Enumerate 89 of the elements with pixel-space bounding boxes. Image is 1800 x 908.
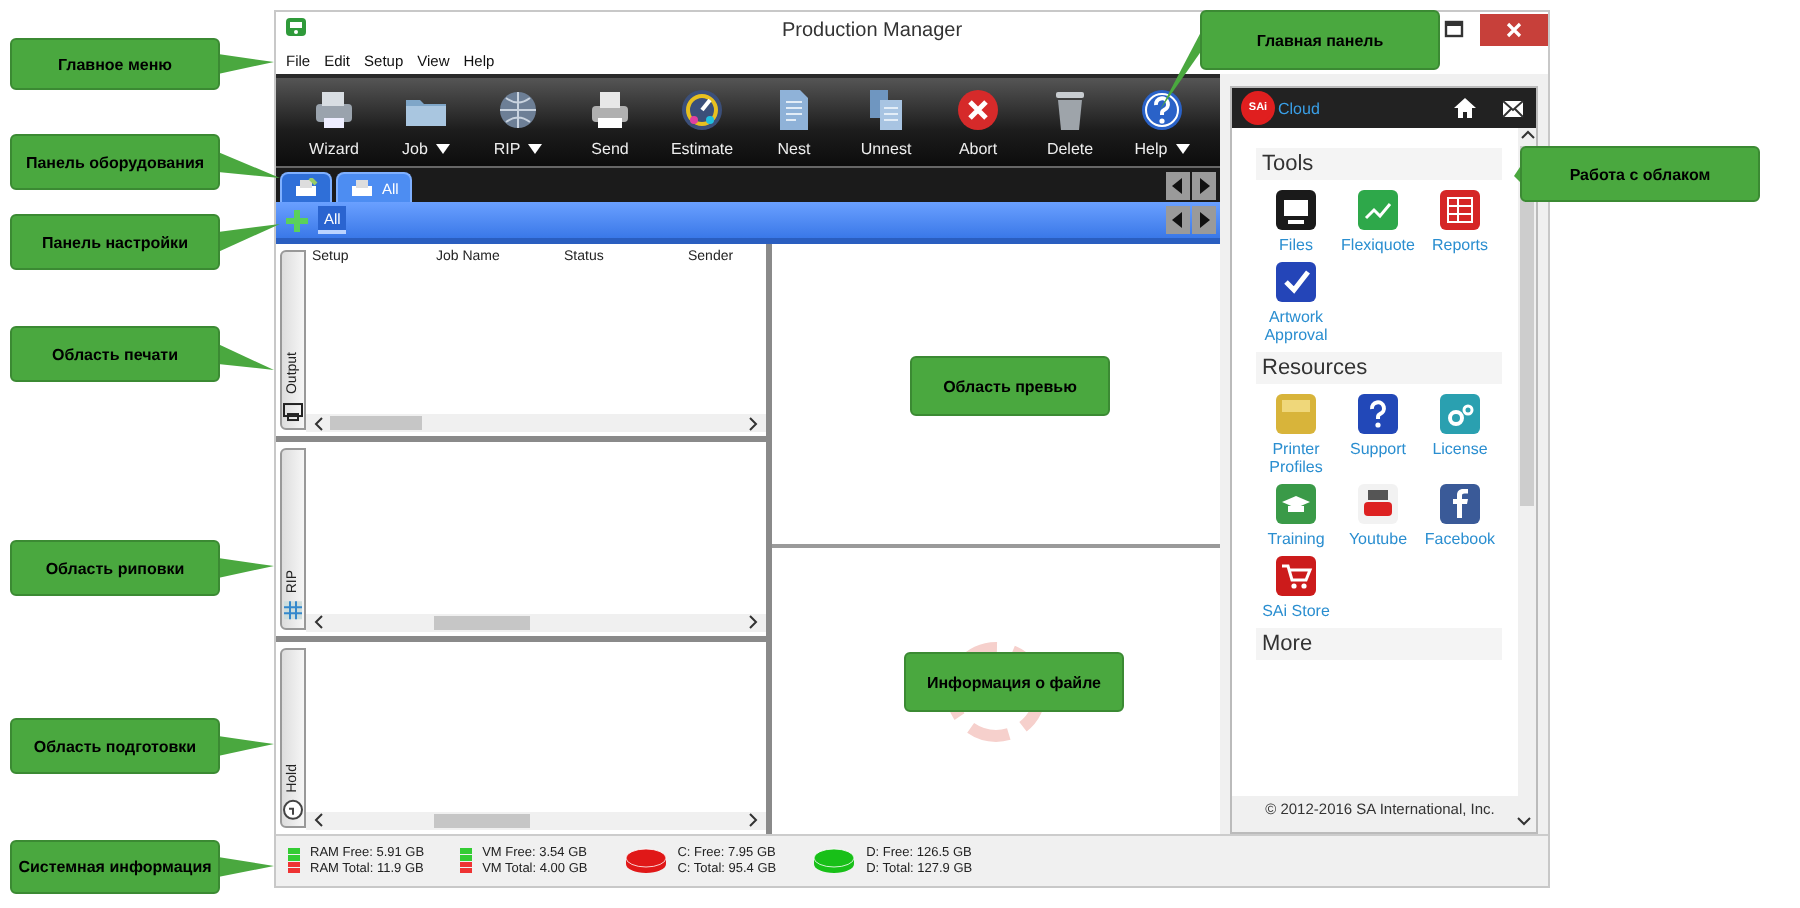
horizontal-scrollbar[interactable] (306, 613, 766, 632)
callout-pointer (218, 558, 274, 578)
toolbar-button[interactable]: Delete (1024, 86, 1116, 158)
social-icon (1440, 484, 1480, 524)
report-icon (1440, 190, 1480, 230)
help-icon (1358, 394, 1398, 434)
globe-icon (494, 86, 542, 134)
cloud-link[interactable]: Support (1338, 394, 1418, 476)
callout-pointer (218, 344, 274, 370)
callout-pointer (218, 736, 274, 756)
chevron-up-icon (1519, 128, 1535, 140)
cloud-link[interactable]: SAi Store (1256, 556, 1336, 620)
callout-pointer (1160, 30, 1202, 110)
cloud-link[interactable]: Training (1256, 484, 1336, 548)
help-icon (1138, 86, 1186, 134)
toolbar-button[interactable]: Send (564, 86, 656, 158)
chevron-right-icon (748, 415, 760, 432)
toolbar-button[interactable]: Estimate (656, 86, 748, 158)
printer-icon (586, 86, 634, 134)
chevron-right-icon (748, 614, 760, 631)
home-icon (1454, 98, 1476, 118)
chevron-down-icon (1516, 816, 1532, 828)
callout-label: Работа с облаком (1520, 146, 1760, 202)
toolbar-button[interactable]: Job (380, 86, 472, 158)
chevron-left-icon (312, 415, 324, 432)
printer-icon (310, 86, 358, 134)
toolbar-button[interactable]: Unnest (840, 86, 932, 158)
cloud-link[interactable]: Files (1256, 190, 1336, 254)
cloud-link[interactable]: Youtube (1338, 484, 1418, 548)
callout-label: Главное меню (10, 38, 220, 90)
monitor-icon (1276, 190, 1316, 230)
toolbar-button[interactable]: Help (1116, 86, 1208, 158)
chevron-left-icon (312, 812, 324, 829)
horizontal-scrollbar[interactable] (306, 414, 766, 433)
printer-icon (294, 177, 318, 199)
scroll-left-icon (1166, 206, 1190, 234)
scroll-right-icon (1192, 206, 1216, 234)
cart-icon (1276, 556, 1316, 596)
chevron-left-icon (312, 614, 324, 631)
caret-icon (435, 144, 450, 154)
cloud-link[interactable]: Printer Profiles (1256, 394, 1336, 476)
callout-label: Системная информация (10, 840, 220, 894)
graduation-cap-icon (1276, 484, 1316, 524)
toolbar-button[interactable]: Abort (932, 86, 1024, 158)
vertical-scrollbar[interactable] (1518, 128, 1536, 796)
callout-pointer (218, 857, 274, 877)
cloud-link[interactable]: License (1420, 394, 1500, 476)
cloud-link[interactable]: Reports (1420, 190, 1500, 254)
chevron-right-icon (748, 812, 760, 829)
printer-icon (282, 400, 304, 423)
chart-icon (1358, 190, 1398, 230)
printer-icon (350, 177, 374, 199)
callout-pointer (218, 152, 280, 178)
tile-icon (1276, 394, 1316, 434)
brand-label: Cloud (1278, 99, 1320, 117)
section-heading: More (1256, 628, 1502, 660)
horizontal-scrollbar[interactable] (306, 811, 766, 830)
meter-icon (460, 848, 473, 874)
toolbar-button[interactable]: Nest (748, 86, 840, 158)
callout-label: Область печати (10, 326, 220, 382)
gear-icon (1440, 394, 1480, 434)
close-button[interactable] (1480, 14, 1548, 46)
cloud-link[interactable]: Artwork Approval (1256, 262, 1336, 344)
close-icon (1504, 20, 1524, 40)
meter-icon (288, 848, 300, 874)
gauge-icon (678, 86, 726, 134)
clock-icon (282, 797, 304, 820)
callout-label: Панель оборудования (10, 134, 220, 190)
plus-icon (286, 209, 308, 231)
toolbar-button[interactable]: RIP (472, 86, 564, 158)
device-tab[interactable] (280, 172, 332, 202)
stop-icon (954, 86, 1002, 134)
callout-label: Область превью (910, 356, 1110, 416)
section-heading: Tools (1256, 148, 1502, 180)
toolbar-button[interactable]: Wizard (288, 86, 380, 158)
mail-icon (1502, 99, 1524, 117)
caret-icon (1175, 144, 1190, 154)
window-title: Production Manager (781, 19, 963, 41)
callout-pointer (218, 54, 274, 74)
grid-icon (282, 599, 304, 622)
section-heading: Resources (1256, 352, 1502, 384)
cloud-link[interactable]: Facebook (1420, 484, 1500, 548)
callout-label: Область риповки (10, 540, 220, 596)
caret-icon (528, 144, 543, 154)
callout-label: Информация о файле (904, 652, 1124, 712)
callout-pointer (218, 224, 280, 252)
callout-label: Область подготовки (10, 718, 220, 774)
cloud-link[interactable]: Flexiquote (1338, 190, 1418, 254)
checkmark-icon (1276, 262, 1316, 302)
